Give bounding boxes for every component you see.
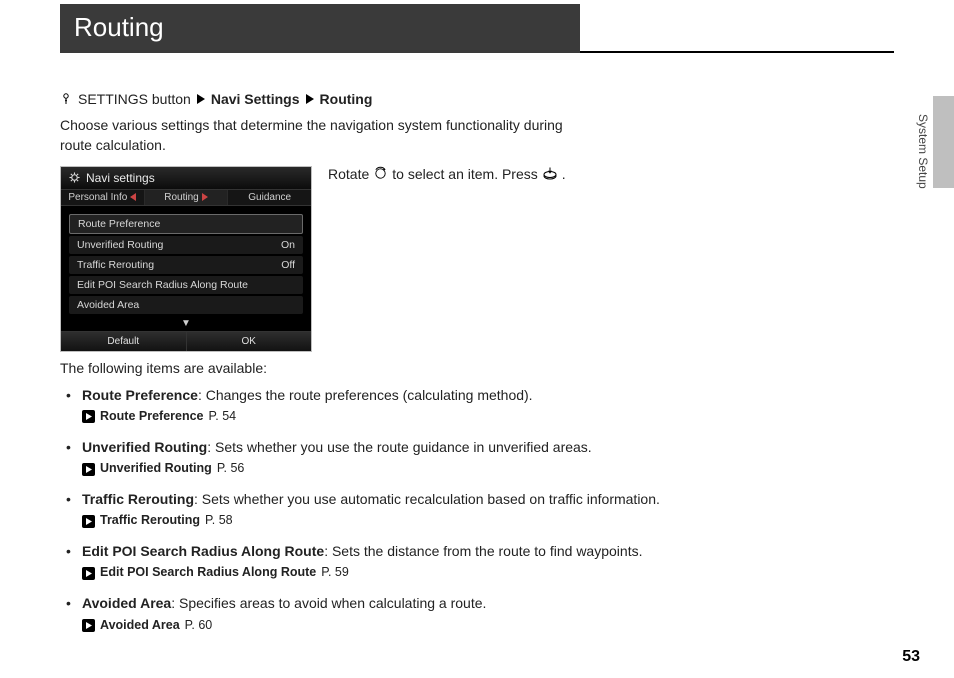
list-item: Avoided Area: Specifies areas to avoid w… [64, 594, 784, 634]
section-tab [933, 96, 954, 188]
list-item: Route Preference: Changes the route pref… [64, 386, 784, 426]
device-title-text: Navi settings [86, 171, 155, 185]
device-button-row: Default OK [61, 331, 311, 351]
link-arrow-icon [82, 619, 95, 632]
title-bar: Routing [60, 4, 894, 53]
breadcrumb-prefix: SETTINGS button [78, 91, 191, 107]
device-item-route-preference: Route Preference [69, 214, 303, 234]
following-label: The following items are available: [60, 360, 894, 376]
item-desc: : Sets whether you use automatic recalcu… [194, 491, 660, 507]
breadcrumb: SETTINGS button Navi Settings Routing [60, 91, 894, 107]
item-desc: : Specifies areas to avoid when calculat… [171, 595, 486, 611]
list-item: Edit POI Search Radius Along Route: Sets… [64, 542, 784, 582]
device-item-avoided-area: Avoided Area [69, 296, 303, 314]
device-tab-personal-info: Personal Info [61, 190, 145, 205]
cross-reference: Avoided Area P. 60 [82, 617, 784, 635]
item-desc: : Sets whether you use the route guidanc… [207, 439, 591, 455]
triangle-left-icon [130, 193, 136, 201]
device-default-button: Default [61, 332, 187, 351]
xref-label: Avoided Area [100, 617, 180, 635]
page-number: 53 [902, 648, 920, 666]
list-item: Unverified Routing: Sets whether you use… [64, 438, 784, 478]
link-arrow-icon [82, 410, 95, 423]
content: SETTINGS button Navi Settings Routing Ch… [60, 91, 894, 634]
section-label: System Setup [916, 114, 930, 189]
screenshot-row: Navi settings Personal Info Routing Guid… [60, 166, 894, 352]
device-tab-routing: Routing [145, 190, 229, 205]
item-desc: : Changes the route preferences (calcula… [198, 387, 533, 403]
item-title: Traffic Rerouting [82, 491, 194, 507]
item-list: Route Preference: Changes the route pref… [60, 386, 894, 634]
xref-page: P. 58 [205, 512, 233, 530]
xref-label: Traffic Rerouting [100, 512, 200, 530]
device-item-traffic-rerouting: Traffic ReroutingOff [69, 256, 303, 274]
device-ok-button: OK [187, 332, 312, 351]
device-item-unverified-routing: Unverified RoutingOn [69, 236, 303, 254]
xref-label: Unverified Routing [100, 460, 212, 478]
device-title-bar: Navi settings [61, 167, 311, 189]
xref-label: Edit POI Search Radius Along Route [100, 564, 316, 582]
description-text: Choose various settings that determine t… [60, 115, 580, 156]
link-arrow-icon [82, 515, 95, 528]
xref-page: P. 54 [209, 408, 237, 426]
link-arrow-icon [82, 463, 95, 476]
triangle-right-icon [202, 193, 208, 201]
item-title: Edit POI Search Radius Along Route [82, 543, 324, 559]
device-tab-guidance: Guidance [228, 190, 311, 205]
rotate-dial-icon [373, 166, 388, 181]
breadcrumb-step-2: Routing [320, 91, 373, 107]
instruction-text: Rotate to select an item. Press . [328, 166, 566, 182]
item-title: Avoided Area [82, 595, 171, 611]
list-item: Traffic Rerouting: Sets whether you use … [64, 490, 784, 530]
xref-page: P. 60 [185, 617, 213, 635]
cross-reference: Traffic Rerouting P. 58 [82, 512, 784, 530]
item-title: Unverified Routing [82, 439, 207, 455]
page-title: Routing [60, 4, 580, 53]
gear-icon [69, 172, 80, 183]
link-arrow-icon [82, 567, 95, 580]
device-tabs: Personal Info Routing Guidance [61, 189, 311, 206]
xref-page: P. 59 [321, 564, 349, 582]
device-scroll-down-icon: ▼ [61, 316, 311, 329]
breadcrumb-step-1: Navi Settings [211, 91, 300, 107]
device-item-edit-poi: Edit POI Search Radius Along Route [69, 276, 303, 294]
device-menu-list: Route Preference Unverified RoutingOn Tr… [61, 206, 311, 314]
title-rule [580, 4, 894, 53]
item-desc: : Sets the distance from the route to fi… [324, 543, 642, 559]
device-screenshot: Navi settings Personal Info Routing Guid… [60, 166, 312, 352]
cross-reference: Unverified Routing P. 56 [82, 460, 784, 478]
page: Routing SETTINGS button Navi Settings Ro… [0, 4, 954, 678]
settings-glyph-icon [60, 93, 72, 105]
xref-page: P. 56 [217, 460, 245, 478]
chevron-right-icon [306, 94, 314, 104]
chevron-right-icon [197, 94, 205, 104]
cross-reference: Route Preference P. 54 [82, 408, 784, 426]
press-select-icon [542, 167, 558, 180]
cross-reference: Edit POI Search Radius Along Route P. 59 [82, 564, 784, 582]
item-title: Route Preference [82, 387, 198, 403]
xref-label: Route Preference [100, 408, 204, 426]
